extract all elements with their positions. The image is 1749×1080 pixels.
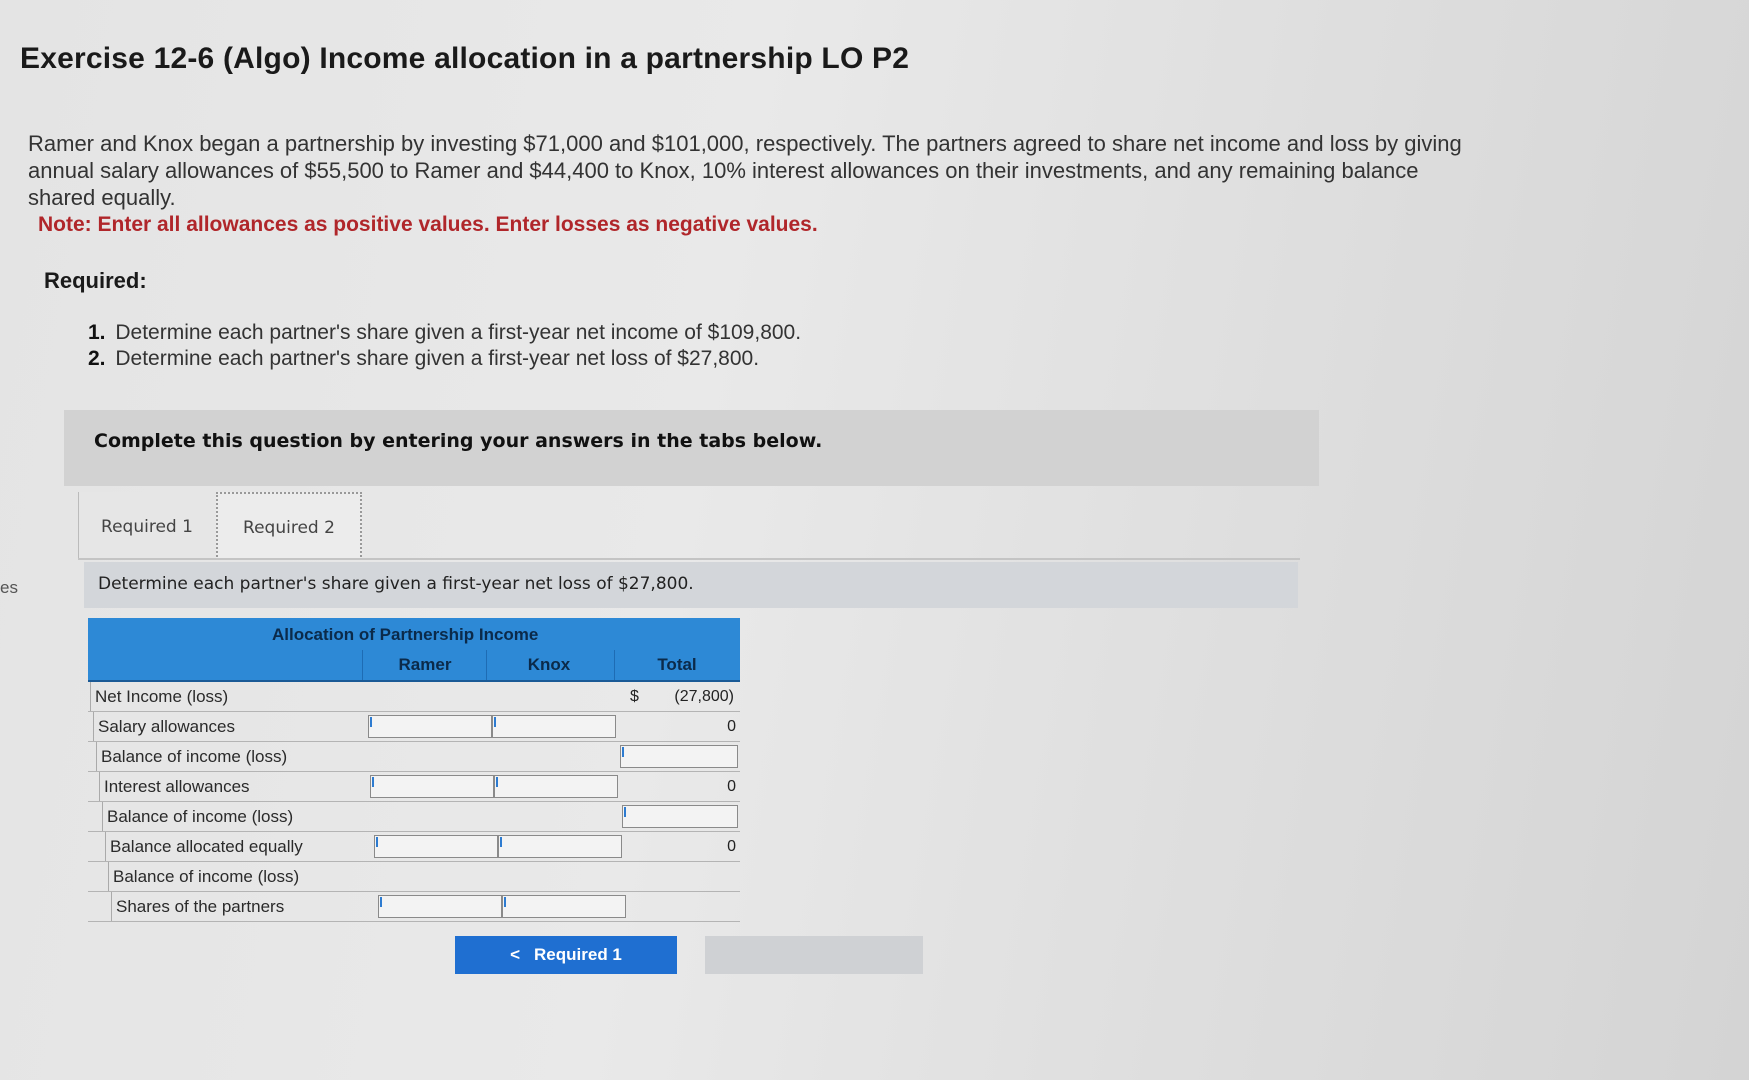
row-label: Balance of income (loss) (108, 862, 363, 891)
table-row: Balance of income (loss) (88, 742, 740, 772)
requirement-number: 2. (88, 347, 106, 370)
row-label: Balance of income (loss) (96, 742, 363, 771)
requirement-text: Determine each partner's share given a f… (115, 347, 760, 370)
knox-salary-input[interactable] (492, 715, 616, 738)
previous-tab-button[interactable]: < Required 1 (455, 936, 677, 974)
knox-share-input[interactable] (502, 895, 626, 918)
requirements-list: 1. Determine each partner's share given … (88, 320, 801, 372)
ramer-share-input[interactable] (378, 895, 502, 918)
requirement-number: 1. (88, 321, 106, 344)
column-header-total: Total (614, 650, 739, 680)
row-label: Salary allowances (93, 712, 363, 741)
knox-interest-input[interactable] (494, 775, 618, 798)
side-panel-stub: es (0, 578, 18, 597)
requirement-item: 1. Determine each partner's share given … (88, 320, 801, 346)
row-label: Net Income (loss) (90, 682, 363, 711)
total-value: 0 (727, 718, 736, 735)
exercise-title: Exercise 12-6 (Algo) Income allocation i… (20, 42, 910, 75)
previous-tab-label: Required 1 (534, 945, 622, 964)
row-label: Interest allowances (99, 772, 363, 801)
tab-required-2[interactable]: Required 2 (216, 492, 362, 560)
column-header-knox: Knox (486, 650, 611, 680)
ramer-salary-input[interactable] (368, 715, 492, 738)
allocation-table: Allocation of Partnership Income Ramer K… (88, 618, 740, 922)
note-text: Note: Enter all allowances as positive v… (38, 213, 818, 236)
table-row: Balance allocated equally 0 (88, 832, 740, 862)
question-prompt-bar: Determine each partner's share given a f… (84, 562, 1298, 608)
row-label: Balance allocated equally (105, 832, 363, 861)
ramer-interest-input[interactable] (370, 775, 494, 798)
table-row: Balance of income (loss) (88, 802, 740, 832)
tab-required-1[interactable]: Required 1 (78, 492, 215, 558)
table-row: Shares of the partners (88, 892, 740, 922)
instruction-text: Complete this question by entering your … (94, 430, 823, 452)
table-row: Net Income (loss) $ (27,800) (88, 682, 740, 712)
question-prompt: Determine each partner's share given a f… (98, 574, 694, 594)
table-row: Balance of income (loss) (88, 862, 740, 892)
total-value: 0 (727, 778, 736, 795)
next-tab-button-disabled (705, 936, 923, 974)
total-value: (27,800) (674, 688, 734, 705)
table-title: Allocation of Partnership Income (272, 625, 539, 644)
total-balance-input[interactable] (620, 745, 738, 768)
required-heading: Required: (44, 268, 147, 293)
column-header-ramer: Ramer (362, 650, 487, 680)
table-title-row: Allocation of Partnership Income (88, 618, 740, 650)
instruction-banner: Complete this question by entering your … (64, 410, 1319, 486)
row-label: Shares of the partners (111, 892, 363, 921)
table-row: Salary allowances 0 (88, 712, 740, 742)
tab-divider (78, 558, 1300, 560)
requirement-text: Determine each partner's share given a f… (115, 321, 802, 344)
ramer-equal-share-input[interactable] (374, 835, 498, 858)
table-header-row: Ramer Knox Total (88, 650, 740, 682)
chevron-left-icon: < (510, 945, 521, 964)
knox-equal-share-input[interactable] (498, 835, 622, 858)
total-balance-input[interactable] (622, 805, 738, 828)
currency-symbol: $ (630, 688, 639, 705)
total-value: 0 (727, 838, 736, 855)
page: es Exercise 12-6 (Algo) Income allocatio… (0, 0, 1749, 1080)
row-label: Balance of income (loss) (102, 802, 363, 831)
table-row: Interest allowances 0 (88, 772, 740, 802)
problem-statement: Ramer and Knox began a partnership by in… (28, 131, 1462, 210)
requirement-item: 2. Determine each partner's share given … (88, 346, 801, 372)
